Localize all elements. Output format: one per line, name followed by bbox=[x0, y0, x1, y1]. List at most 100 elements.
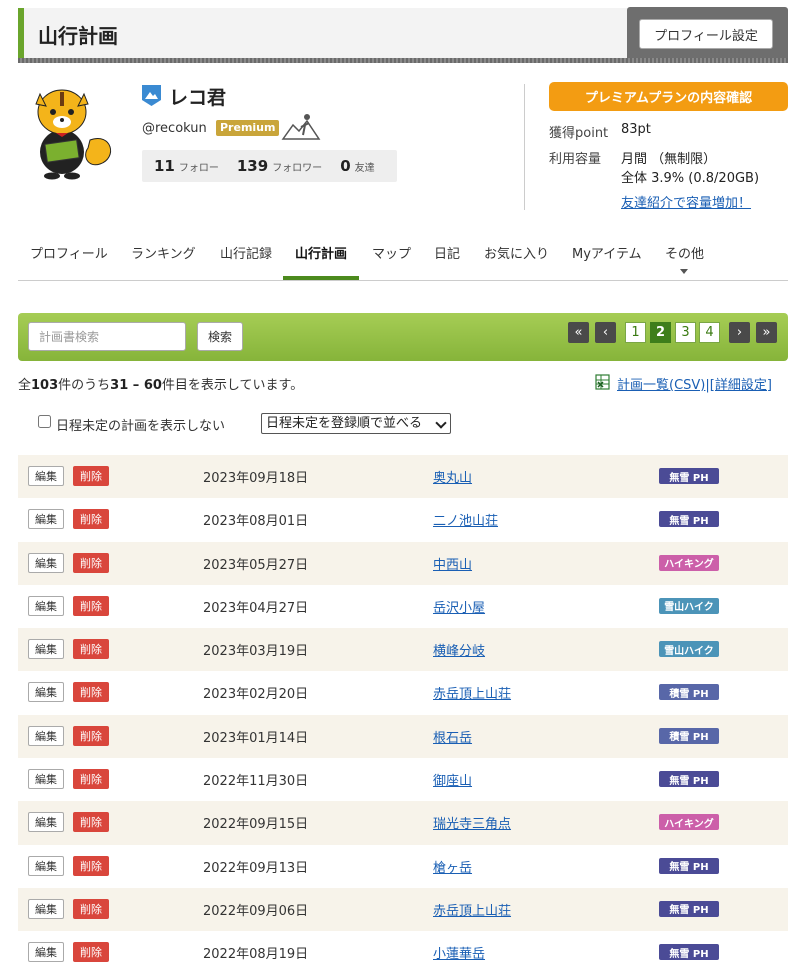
delete-button[interactable]: 削除 bbox=[73, 898, 109, 919]
friend-count[interactable]: 0 bbox=[340, 157, 350, 175]
page-title: 山行計画 bbox=[38, 24, 118, 48]
profile-settings-button[interactable]: プロフィール設定 bbox=[639, 19, 773, 49]
summary-total: 103 bbox=[31, 378, 59, 393]
tab-my-items[interactable]: Myアイテム bbox=[572, 243, 642, 262]
edit-button[interactable]: 編集 bbox=[28, 552, 64, 573]
plan-list: 編集 削除 2023年09月18日 奥丸山 無雪 PH 編集 削除 2023年08月01日 二ノ… bbox=[18, 455, 788, 975]
profile-nav: プロフィール ランキング 山行記録 山行計画 マップ 日記 お気に入り Myアイ… bbox=[18, 237, 788, 281]
edit-button[interactable]: 編集 bbox=[28, 898, 64, 919]
table-row: 編集 削除 2022年08月19日 小蓮華岳 無雪 PH bbox=[18, 931, 788, 974]
page-3-button[interactable]: 3 bbox=[675, 322, 696, 343]
vertical-divider bbox=[524, 84, 525, 210]
delete-button[interactable]: 削除 bbox=[73, 639, 109, 660]
tab-plans[interactable]: 山行計画 bbox=[295, 243, 347, 262]
first-page-button[interactable]: « bbox=[568, 322, 589, 343]
plan-date: 2022年11月30日 bbox=[203, 774, 309, 790]
plan-destination-link[interactable]: 赤岳頂上山荘 bbox=[433, 683, 511, 702]
delete-button[interactable]: 削除 bbox=[73, 942, 109, 963]
spreadsheet-icon bbox=[595, 374, 610, 390]
profile-settings-tab: プロフィール設定 bbox=[627, 7, 788, 59]
delete-button[interactable]: 削除 bbox=[73, 552, 109, 573]
tab-profile[interactable]: プロフィール bbox=[30, 243, 108, 262]
plan-date: 2022年09月06日 bbox=[203, 903, 309, 919]
plan-date: 2023年08月01日 bbox=[203, 514, 309, 530]
page-4-button[interactable]: 4 bbox=[699, 322, 720, 343]
plan-destination-link[interactable]: 御座山 bbox=[433, 770, 472, 789]
csv-detail-link[interactable]: [詳細設定] bbox=[710, 378, 772, 393]
summary-mid: 件のうち bbox=[58, 378, 111, 393]
avatar[interactable] bbox=[28, 84, 114, 180]
plan-type-badge: 無雪 PH bbox=[659, 511, 719, 528]
page-1-button[interactable]: 1 bbox=[625, 322, 646, 343]
plan-destination-link[interactable]: 根石岳 bbox=[433, 727, 472, 746]
edit-button[interactable]: 編集 bbox=[28, 466, 64, 486]
active-tab-indicator bbox=[283, 276, 359, 280]
next-page-button[interactable]: › bbox=[729, 322, 750, 343]
tab-ranking[interactable]: ランキング bbox=[131, 243, 196, 262]
tab-map[interactable]: マップ bbox=[372, 243, 411, 262]
edit-button[interactable]: 編集 bbox=[28, 725, 64, 746]
edit-button[interactable]: 編集 bbox=[28, 639, 64, 660]
tab-records[interactable]: 山行記録 bbox=[220, 243, 272, 262]
plan-destination-link[interactable]: 横峰分岐 bbox=[433, 640, 485, 659]
plan-destination-link[interactable]: 奥丸山 bbox=[433, 467, 472, 486]
prev-page-button[interactable]: ‹ bbox=[595, 322, 616, 343]
summary-range: 31 – 60 bbox=[110, 378, 162, 393]
plan-type-badge: 無雪 PH bbox=[659, 900, 719, 917]
plan-date: 2023年09月18日 bbox=[203, 471, 309, 486]
edit-button[interactable]: 編集 bbox=[28, 812, 64, 833]
delete-button[interactable]: 削除 bbox=[73, 595, 109, 616]
last-page-button[interactable]: » bbox=[756, 322, 777, 343]
sort-select[interactable]: 日程未定を登録順で並べる bbox=[261, 413, 451, 434]
delete-button[interactable]: 削除 bbox=[73, 812, 109, 833]
delete-button[interactable]: 削除 bbox=[73, 855, 109, 876]
delete-button[interactable]: 削除 bbox=[73, 682, 109, 703]
edit-button[interactable]: 編集 bbox=[28, 942, 64, 963]
capacity-monthly: 月間 （無制限） bbox=[621, 152, 717, 167]
delete-button[interactable]: 削除 bbox=[73, 769, 109, 790]
delete-button[interactable]: 削除 bbox=[73, 466, 109, 486]
follow-count[interactable]: 11 bbox=[154, 157, 175, 175]
capacity-total: 全体 3.9% (0.8/20GB) bbox=[621, 171, 760, 186]
user-level-icon bbox=[142, 85, 161, 106]
plan-destination-link[interactable]: 中西山 bbox=[433, 554, 472, 573]
tab-other[interactable]: その他 bbox=[665, 243, 704, 262]
capacity-label: 利用容量 bbox=[549, 152, 602, 167]
plan-destination-link[interactable]: 槍ヶ岳 bbox=[433, 857, 472, 876]
hide-undated-label: 日程未定の計画を表示しない bbox=[56, 419, 226, 434]
plan-type-badge: 雪山ハイク bbox=[659, 597, 719, 614]
plan-type-badge: 積雪 PH bbox=[659, 727, 719, 744]
friend-label: 友達 bbox=[354, 162, 375, 174]
follower-count[interactable]: 139 bbox=[237, 157, 268, 175]
tab-favorites[interactable]: お気に入り bbox=[484, 243, 549, 262]
plan-destination-link[interactable]: 小蓮華岳 bbox=[433, 943, 485, 962]
plan-type-badge: 無雪 PH bbox=[659, 857, 719, 874]
follow-label: フォロー bbox=[178, 162, 219, 174]
plan-date: 2022年09月15日 bbox=[203, 817, 309, 833]
plan-destination-link[interactable]: 岳沢小屋 bbox=[433, 597, 485, 616]
edit-button[interactable]: 編集 bbox=[28, 855, 64, 876]
search-input[interactable] bbox=[28, 322, 186, 351]
premium-plan-button[interactable]: プレミアムプランの内容確認 bbox=[549, 82, 788, 111]
tab-diary[interactable]: 日記 bbox=[434, 243, 460, 262]
table-row: 編集 削除 2022年09月13日 槍ヶ岳 無雪 PH bbox=[18, 845, 788, 888]
plan-date: 2023年05月27日 bbox=[203, 557, 309, 573]
search-button[interactable]: 検索 bbox=[197, 322, 243, 351]
delete-button[interactable]: 削除 bbox=[73, 509, 109, 530]
edit-button[interactable]: 編集 bbox=[28, 682, 64, 703]
summary-prefix: 全 bbox=[18, 378, 32, 393]
edit-button[interactable]: 編集 bbox=[28, 509, 64, 530]
table-row: 編集 削除 2023年04月27日 岳沢小屋 雪山ハイク bbox=[18, 585, 788, 628]
plan-destination-link[interactable]: 赤岳頂上山荘 bbox=[433, 900, 511, 919]
hide-undated-checkbox[interactable] bbox=[38, 415, 51, 428]
page-2-current: 2 bbox=[650, 322, 671, 343]
premium-badge: Premium bbox=[216, 120, 280, 136]
invite-friends-link[interactable]: 友達紹介で容量増加！ bbox=[621, 192, 751, 211]
edit-button[interactable]: 編集 bbox=[28, 769, 64, 790]
csv-export-link[interactable]: 計画一覧(CSV) bbox=[617, 378, 705, 393]
delete-button[interactable]: 削除 bbox=[73, 725, 109, 746]
table-row: 編集 削除 2022年11月30日 御座山 無雪 PH bbox=[18, 758, 788, 801]
plan-destination-link[interactable]: 二ノ池山荘 bbox=[433, 510, 498, 529]
edit-button[interactable]: 編集 bbox=[28, 595, 64, 616]
plan-destination-link[interactable]: 瑞光寺三角点 bbox=[433, 813, 511, 832]
